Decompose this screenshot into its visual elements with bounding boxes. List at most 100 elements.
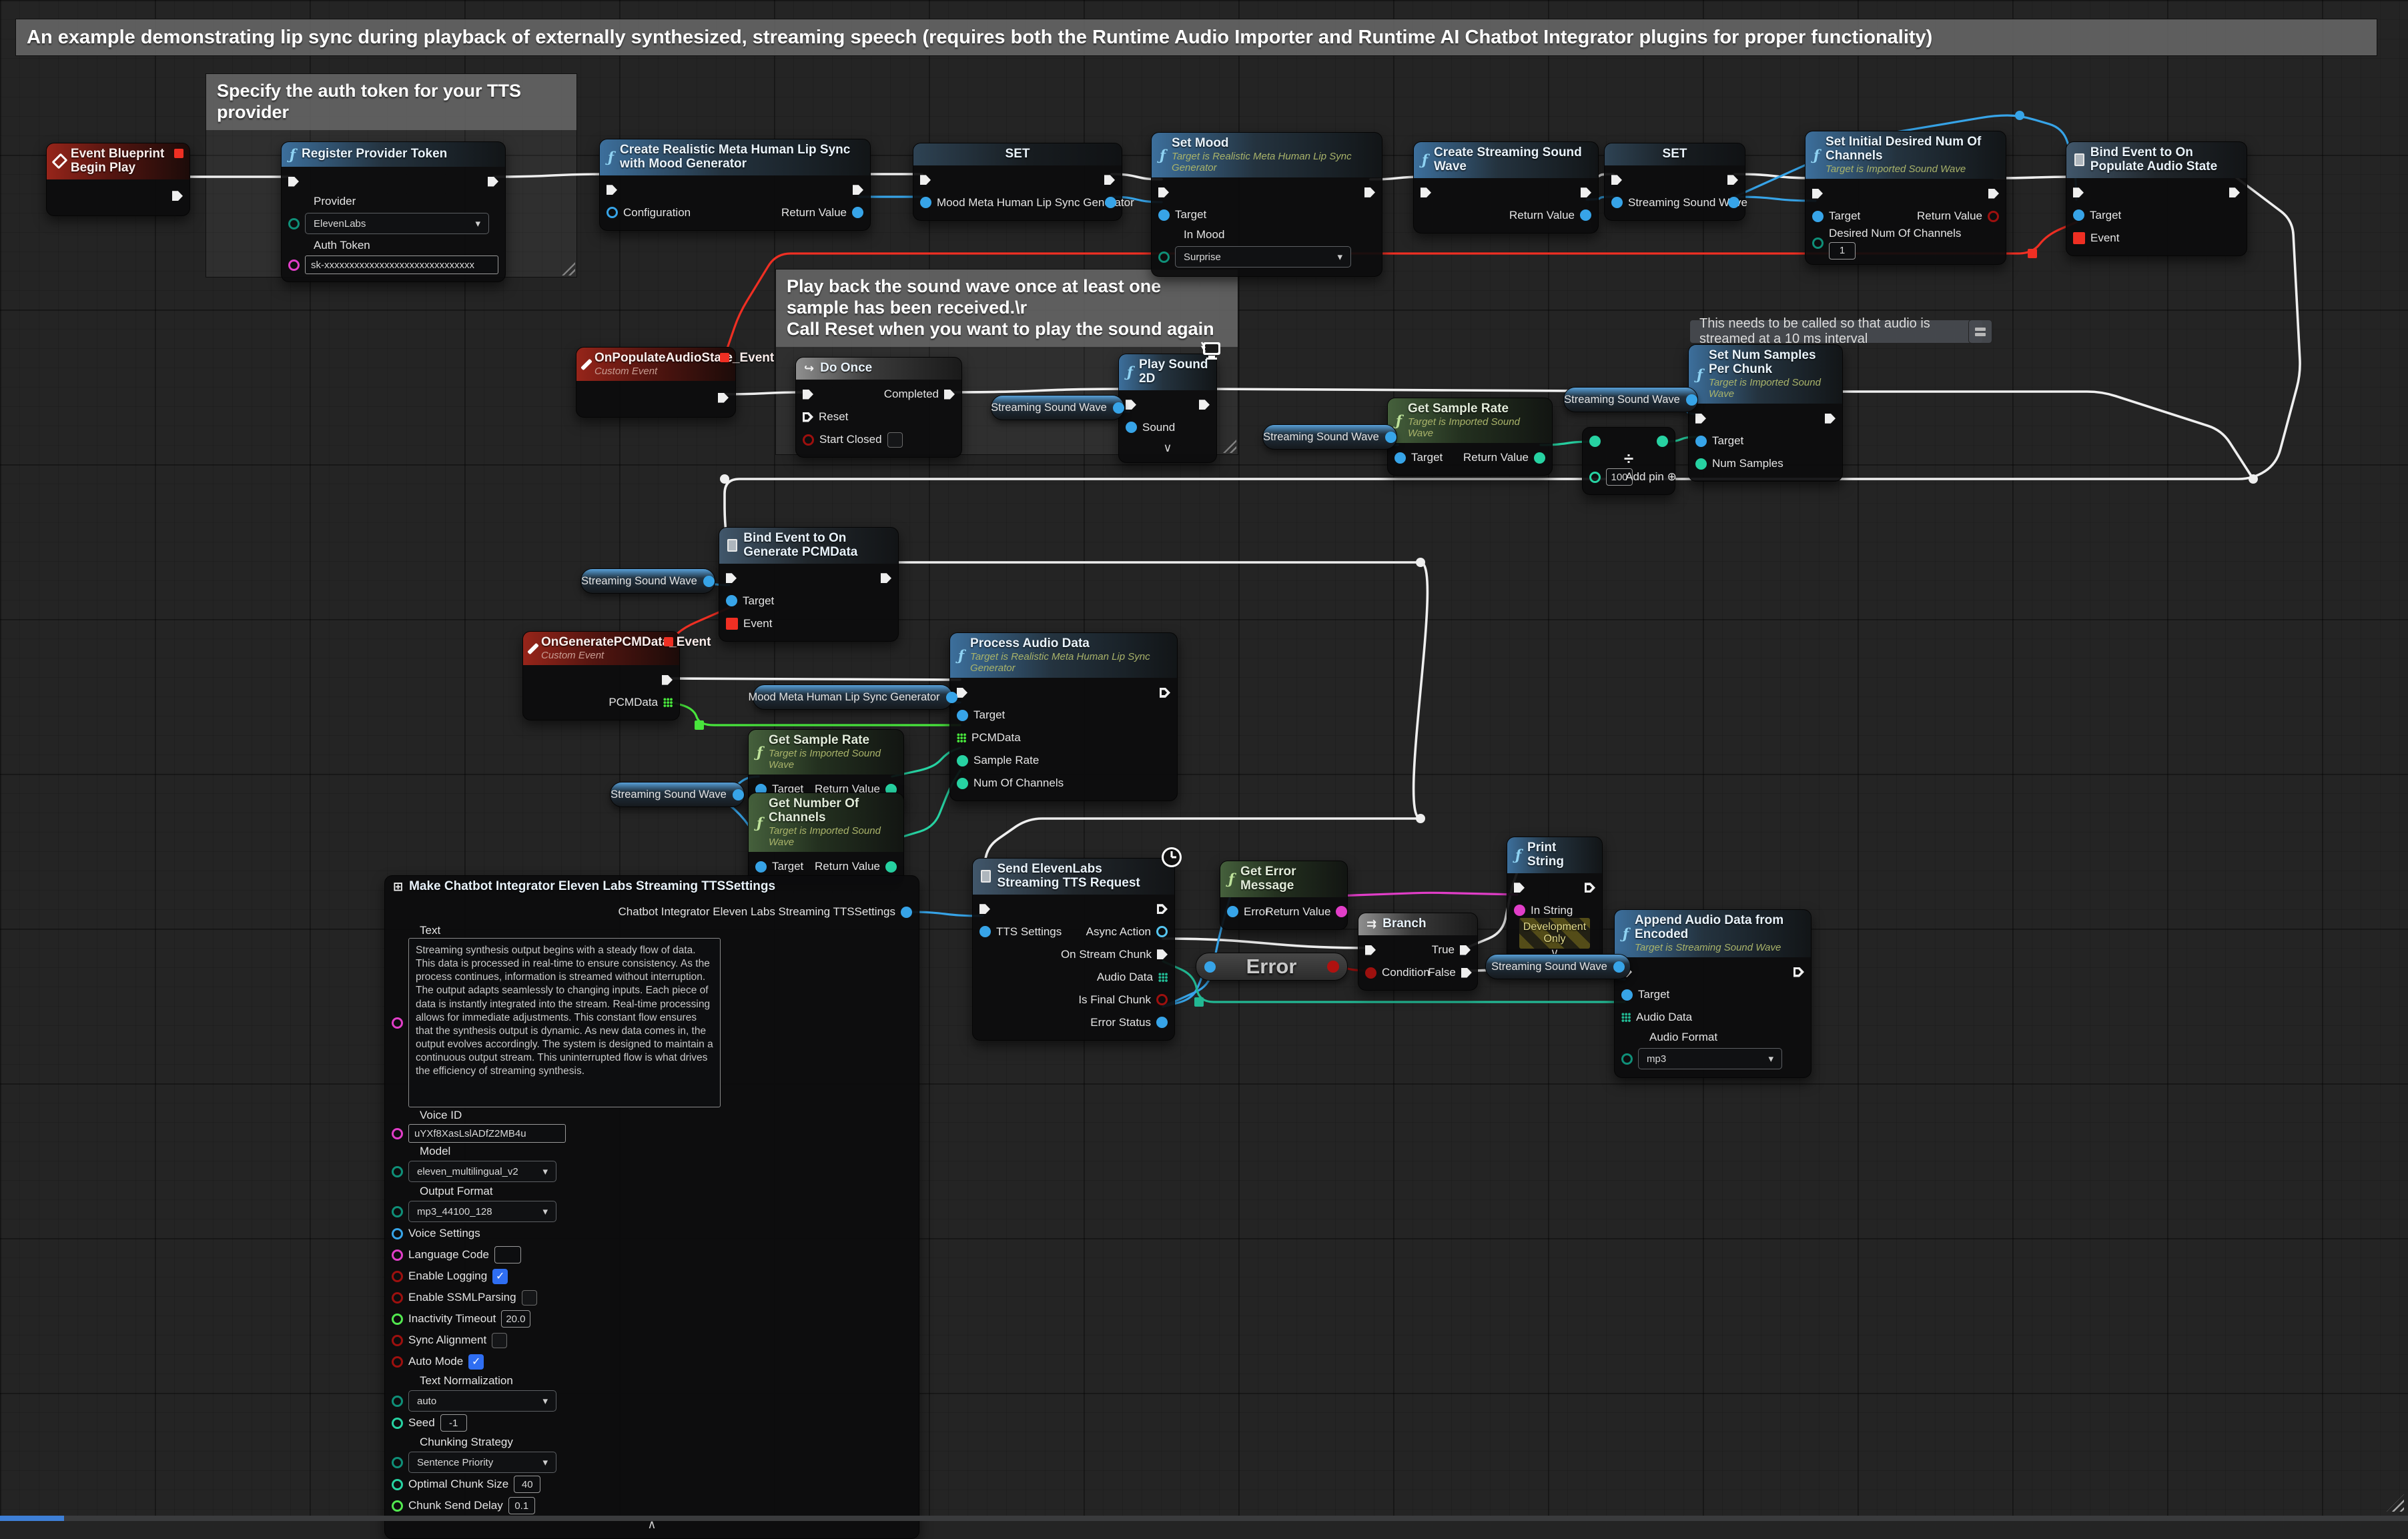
exec-pin[interactable] xyxy=(1461,968,1472,978)
obj-pin[interactable] xyxy=(1204,961,1216,973)
obj-pin[interactable] xyxy=(607,207,618,218)
int-pin[interactable] xyxy=(1695,458,1707,470)
number-input[interactable] xyxy=(494,1246,521,1263)
array-pin[interactable] xyxy=(1621,1013,1631,1022)
set-mood-generator-var[interactable]: SETMood Meta Human Lip Sync Generator xyxy=(913,143,1122,221)
exec-pin[interactable] xyxy=(1365,945,1376,955)
bool-pin[interactable] xyxy=(392,1292,403,1304)
reroute-node[interactable] xyxy=(1416,814,1425,823)
array-pin[interactable] xyxy=(1158,973,1168,982)
exec-pin[interactable] xyxy=(1364,187,1375,197)
node-header[interactable]: ƒAppend Audio Data from EncodedTarget is… xyxy=(1615,910,1811,957)
node-header[interactable]: Event Blueprint Begin Play xyxy=(47,143,189,179)
reroute-node[interactable] xyxy=(720,474,729,484)
enum-pin[interactable] xyxy=(392,1457,403,1468)
obj-pin[interactable] xyxy=(703,576,715,587)
exec-pin[interactable] xyxy=(1126,400,1136,410)
exec-pin[interactable] xyxy=(1421,187,1431,197)
exec-pin[interactable] xyxy=(1727,175,1738,185)
reroute-node[interactable] xyxy=(695,720,704,730)
obj-pin[interactable] xyxy=(1394,452,1406,464)
error-collapsed-node[interactable]: Error xyxy=(1196,953,1348,981)
exec-pin[interactable] xyxy=(1695,414,1706,424)
bind-event-populate-audio-state[interactable]: Bind Event to On Populate Audio StateTar… xyxy=(2066,141,2247,256)
obj-pin[interactable] xyxy=(2073,209,2084,221)
node-header[interactable]: ƒSet MoodTarget is Realistic Meta Human … xyxy=(1152,133,1382,177)
bool-pin[interactable] xyxy=(392,1335,403,1346)
node-header[interactable]: SET xyxy=(913,143,1122,165)
exec-pin[interactable] xyxy=(853,185,863,195)
dropdown[interactable]: Surprise▾ xyxy=(1175,246,1351,268)
dropdown[interactable]: mp3▾ xyxy=(1638,1048,1782,1069)
str-pin[interactable] xyxy=(288,260,300,271)
obj-pin[interactable] xyxy=(852,207,863,218)
node-header[interactable]: ƒProcess Audio DataTarget is Realistic M… xyxy=(950,633,1177,678)
int-pin[interactable] xyxy=(1534,452,1545,464)
exec-pin[interactable] xyxy=(488,177,498,187)
var-streaming-sound-wave-4[interactable]: Streaming Sound Wave xyxy=(580,568,715,594)
exec-pin[interactable] xyxy=(1585,883,1595,893)
bool-pin[interactable] xyxy=(1156,994,1168,1005)
obj-pin[interactable] xyxy=(733,789,744,801)
node-header[interactable]: OnPopulateAudioState_EventCustom Event xyxy=(576,348,735,381)
node-header[interactable]: SET xyxy=(1605,143,1745,165)
exec-pin[interactable] xyxy=(726,573,737,583)
exec-pin[interactable] xyxy=(1812,189,1823,199)
obj-pin[interactable] xyxy=(755,861,767,873)
int-pin[interactable] xyxy=(1589,436,1601,447)
bind-event-generate-pcmdata[interactable]: Bind Event to On Generate PCMDataTargetE… xyxy=(719,527,899,642)
node-header[interactable]: ƒGet Sample RateTarget is Imported Sound… xyxy=(1388,398,1552,443)
send-elevenlabs-streaming-tts-request[interactable]: Send ElevenLabs Streaming TTS RequestTTS… xyxy=(972,858,1175,1041)
exec-pin[interactable] xyxy=(803,390,813,400)
obj-pin[interactable] xyxy=(1227,906,1238,917)
exec-pin[interactable] xyxy=(979,904,990,914)
array-pin[interactable] xyxy=(663,698,673,707)
exec-pin[interactable] xyxy=(1825,414,1836,424)
play-sound-2d[interactable]: ƒPlay Sound 2DSound∨ xyxy=(1118,354,1217,463)
scrollbar-thumb[interactable] xyxy=(0,1516,64,1521)
streaming-interval-note[interactable]: This needs to be called so that audio is… xyxy=(1689,320,1983,344)
append-audio-data-from-encoded[interactable]: ƒAppend Audio Data from EncodedTarget is… xyxy=(1614,909,1812,1078)
obj-pin[interactable] xyxy=(1695,436,1707,447)
dropdown[interactable]: eleven_multilingual_v2▾ xyxy=(408,1161,556,1182)
set-mood[interactable]: ƒSet MoodTarget is Realistic Meta Human … xyxy=(1151,132,1382,277)
node-header[interactable]: Send ElevenLabs Streaming TTS Request xyxy=(973,859,1174,895)
enum-pin[interactable] xyxy=(288,218,300,229)
delegate-output-pin[interactable] xyxy=(174,149,183,158)
int-pin[interactable] xyxy=(1589,472,1601,483)
number-input[interactable]: 1 xyxy=(1829,242,1856,260)
comment-resize-grip[interactable] xyxy=(1223,440,1236,453)
enum-pin[interactable] xyxy=(392,1166,403,1177)
str-pin[interactable] xyxy=(392,1128,403,1139)
obj-pin[interactable] xyxy=(726,595,737,606)
int-pin[interactable] xyxy=(392,1479,403,1490)
node-header[interactable]: ƒCreate Realistic Meta Human Lip Sync wi… xyxy=(600,139,870,175)
bool-pin[interactable] xyxy=(803,434,814,446)
obj-pin[interactable] xyxy=(1126,422,1137,433)
obj-pin[interactable] xyxy=(901,907,912,918)
obj-pin[interactable] xyxy=(1621,989,1633,1001)
enum-pin[interactable] xyxy=(1621,1053,1633,1065)
reroute-node[interactable] xyxy=(1194,997,1204,1007)
reroute-node[interactable] xyxy=(2249,474,2258,484)
set-num-samples-per-chunk[interactable]: ƒSet Num Samples Per ChunkTarget is Impo… xyxy=(1688,344,1843,482)
exec-pin[interactable] xyxy=(1160,688,1170,698)
divide-node[interactable]: ÷100Add pin ⊕ xyxy=(1582,427,1675,495)
exec-pin[interactable] xyxy=(881,573,891,583)
collapse-pins-button[interactable]: ∨ xyxy=(1126,442,1210,453)
exec-pin[interactable] xyxy=(288,177,299,187)
number-input[interactable]: -1 xyxy=(440,1414,467,1432)
obj-pin[interactable] xyxy=(1580,209,1591,221)
exec-pin[interactable] xyxy=(1581,187,1591,197)
obj-pin[interactable] xyxy=(1113,402,1124,414)
dropdown[interactable]: Sentence Priority▾ xyxy=(408,1452,556,1473)
int-pin[interactable] xyxy=(1657,436,1668,447)
obj-pin[interactable] xyxy=(946,692,957,703)
reroute-node[interactable] xyxy=(2028,249,2037,258)
delegate-pin[interactable] xyxy=(1327,961,1339,973)
var-streaming-sound-wave-3[interactable]: Streaming Sound Wave xyxy=(1563,387,1698,412)
float-pin[interactable] xyxy=(392,1500,403,1512)
number-input[interactable]: 20.0 xyxy=(501,1310,530,1328)
dropdown[interactable]: ElevenLabs▾ xyxy=(305,213,489,234)
exec-pin[interactable] xyxy=(803,412,813,422)
